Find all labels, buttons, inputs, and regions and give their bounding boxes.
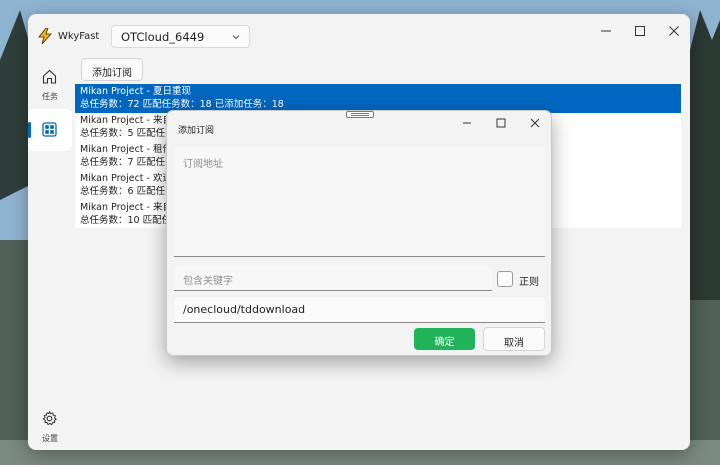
- regex-checkbox[interactable]: [497, 271, 513, 287]
- gear-icon: [42, 410, 58, 426]
- add-subscription-button[interactable]: 添加订阅: [81, 58, 143, 81]
- selection-indicator: [28, 122, 31, 138]
- minimize-icon: [463, 122, 471, 124]
- subscription-url-input[interactable]: 订阅地址: [174, 147, 545, 257]
- dialog-grab-handle[interactable]: [346, 111, 374, 118]
- maximize-icon: [635, 26, 645, 36]
- cancel-button[interactable]: 取消: [483, 327, 545, 351]
- sidebar: 任务 设置: [28, 56, 72, 450]
- minimize-icon: [601, 30, 611, 32]
- grid-icon: [42, 122, 57, 137]
- lightning-icon: [38, 28, 52, 44]
- dialog-close-button[interactable]: [528, 116, 542, 130]
- chevron-down-icon: [232, 35, 240, 40]
- download-path-input[interactable]: /onecloud/tddownload: [174, 297, 545, 323]
- subscription-name: Mikan Project - 夏日重现: [80, 86, 192, 97]
- add-subscription-dialog: 添加订阅 订阅地址 包含关键字 正则 /onecloud/tddownload …: [166, 110, 552, 356]
- sidebar-item-settings[interactable]: 设置: [28, 406, 72, 448]
- dialog-title: 添加订阅: [178, 126, 215, 136]
- dialog-minimize-button[interactable]: [460, 116, 474, 130]
- app-title: WkyFast: [58, 31, 100, 42]
- title-bar: WkyFast OTCloud_6449: [28, 14, 690, 56]
- sidebar-item-subscriptions[interactable]: [28, 109, 72, 151]
- maximize-button[interactable]: [632, 23, 648, 39]
- home-icon: [42, 69, 57, 84]
- maximize-icon: [496, 118, 506, 128]
- close-icon: [530, 118, 540, 128]
- regex-label: 正则: [519, 277, 539, 288]
- sidebar-item-tasks[interactable]: 任务: [28, 64, 72, 106]
- close-button[interactable]: [666, 23, 682, 39]
- minimize-button[interactable]: [598, 23, 614, 39]
- dialog-maximize-button[interactable]: [494, 116, 508, 130]
- close-icon: [669, 26, 679, 36]
- confirm-button[interactable]: 确定: [414, 328, 475, 350]
- sidebar-item-label: 任务: [42, 92, 58, 101]
- account-select-value: OTCloud_6449: [121, 30, 205, 44]
- sidebar-item-label: 设置: [42, 434, 58, 443]
- keyword-input[interactable]: 包含关键字: [174, 266, 492, 291]
- account-select[interactable]: OTCloud_6449: [111, 25, 250, 48]
- list-item[interactable]: Mikan Project - 夏日重现 总任务数：72 匹配任务数：18 已添…: [75, 84, 681, 113]
